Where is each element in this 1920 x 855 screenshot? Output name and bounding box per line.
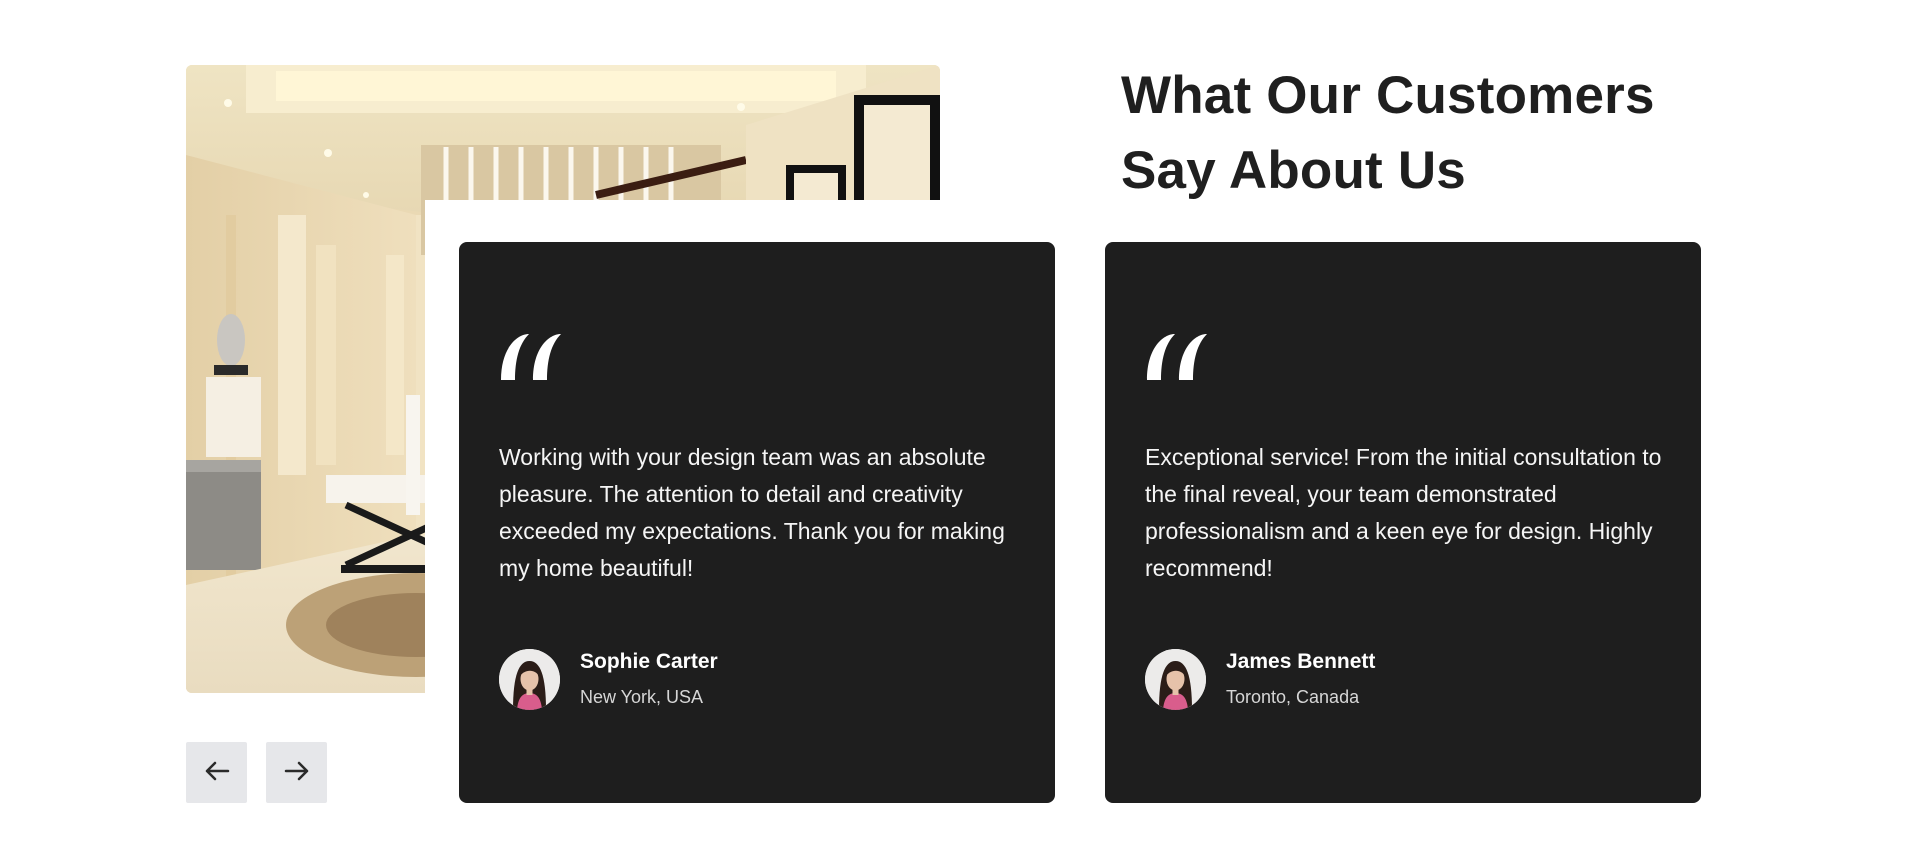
- author-location: Toronto, Canada: [1226, 687, 1360, 707]
- avatar: [1145, 648, 1206, 710]
- author-name: Sophie Carter: [580, 650, 718, 673]
- author-info: James Bennett Toronto, Canada: [1226, 648, 1375, 710]
- testimonial-card: Working with your design team was an abs…: [459, 242, 1055, 803]
- quote-icon: [499, 330, 563, 382]
- section-heading: What Our Customers Say About Us: [1121, 66, 1655, 200]
- author-name: James Bennett: [1226, 650, 1376, 673]
- avatar: [499, 648, 560, 710]
- testimonial-quote: Exceptional service! From the initial co…: [1145, 444, 1662, 581]
- author-info: Sophie Carter New York, USA: [580, 648, 718, 710]
- testimonial-quote: Working with your design team was an abs…: [499, 444, 1005, 581]
- author-location: New York, USA: [580, 687, 704, 707]
- arrow-left-icon: [202, 756, 232, 789]
- testimonial-author: James Bennett Toronto, Canada: [1145, 648, 1375, 710]
- testimonials-section: What Our Customers Say About Us Working …: [0, 0, 1920, 855]
- quote-icon: [1145, 330, 1209, 382]
- arrow-right-icon: [282, 756, 312, 789]
- next-button[interactable]: [266, 742, 327, 803]
- testimonial-author: Sophie Carter New York, USA: [499, 648, 718, 710]
- previous-button[interactable]: [186, 742, 247, 803]
- testimonial-card: Exceptional service! From the initial co…: [1105, 242, 1701, 803]
